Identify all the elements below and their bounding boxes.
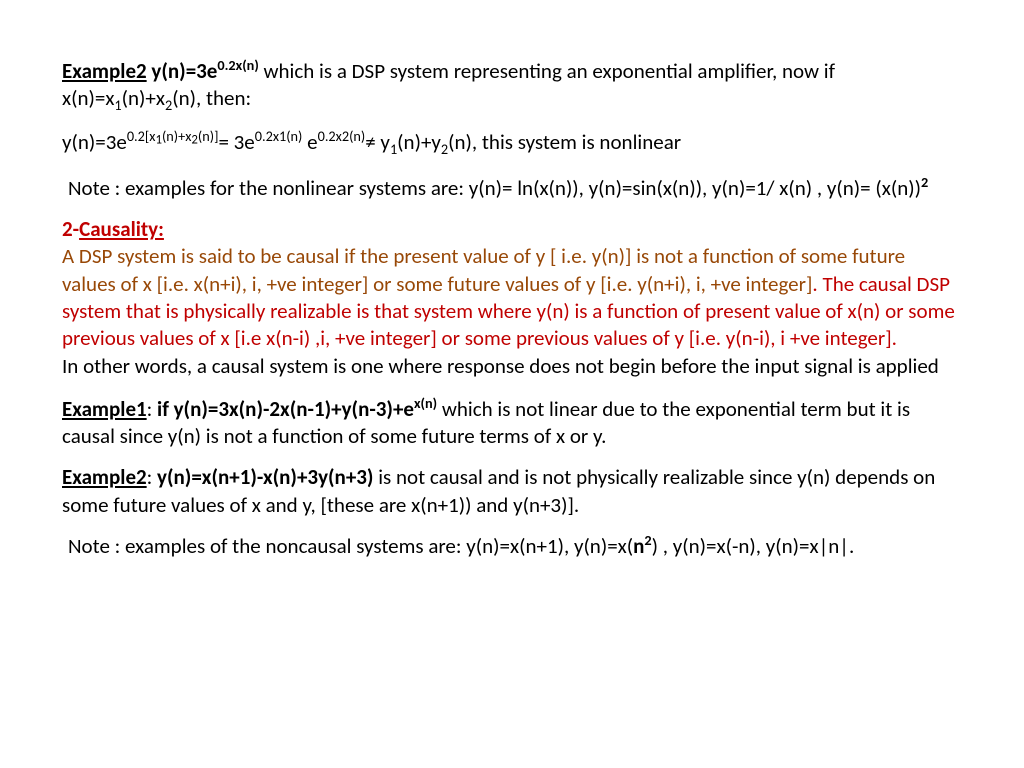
note1-sup: 2 bbox=[921, 173, 928, 191]
note1-text: Note : examples for the nonlinear system… bbox=[68, 175, 921, 201]
d-exp1: 0.2[x1(n)+x2(n)] bbox=[127, 127, 219, 145]
d-sub2: 2 bbox=[441, 140, 448, 158]
example2-label: Example2 bbox=[62, 58, 147, 84]
eq-exp: 0.2x(n) bbox=[217, 56, 258, 74]
ex2-label: Example2 bbox=[62, 464, 147, 490]
causality-num: 2- bbox=[62, 216, 79, 242]
slide-content: Example2 y(n)=3e0.2x(n) which is a DSP s… bbox=[0, 0, 1024, 612]
d-sub1: 1 bbox=[390, 140, 397, 158]
note-nonlinear: Note : examples for the nonlinear system… bbox=[62, 173, 962, 202]
d-eq: = 3e bbox=[218, 129, 254, 155]
example1-block: Example1: if y(n)=3x(n)-2x(n-1)+y(n-3)+e… bbox=[62, 394, 962, 451]
ex2-colon: : bbox=[147, 464, 157, 490]
d-tail: (n), this system is nonlinear bbox=[448, 129, 681, 155]
note2-a: Note : examples of the noncausal systems… bbox=[68, 533, 633, 559]
causality-brown: A DSP system is said to be causal if the… bbox=[62, 243, 905, 296]
note2-sup: 2 bbox=[644, 531, 651, 549]
eq-prefix: y(n)=3e bbox=[147, 58, 218, 84]
ex1-bold: if y(n)=3x(n)-2x(n-1)+y(n-3)+e bbox=[157, 396, 414, 422]
causality-section: 2-Causality: A DSP system is said to be … bbox=[62, 216, 962, 380]
d-sp: e bbox=[302, 129, 317, 155]
example2-block: Example2: y(n)=x(n+1)-x(n)+3y(n+3) is no… bbox=[62, 464, 962, 519]
ex1-label: Example1 bbox=[62, 396, 147, 422]
d-mid: (n)+y bbox=[397, 129, 441, 155]
ex1-exp: x(n) bbox=[414, 394, 437, 412]
causality-black: In other words, a causal system is one w… bbox=[62, 353, 939, 379]
d-exp2: 0.2x1(n) bbox=[255, 127, 303, 145]
note2-b: ) , y(n)=x(-n), y(n)=x|n|. bbox=[652, 533, 855, 559]
d-exp3: 0.2x2(n) bbox=[318, 127, 366, 145]
derivation-line: y(n)=3e0.2[x1(n)+x2(n)]= 3e0.2x1(n) e0.2… bbox=[62, 127, 962, 159]
causality-title: Causality: bbox=[79, 216, 164, 242]
note2-n: n bbox=[633, 533, 644, 559]
note-noncausal: Note : examples of the noncausal systems… bbox=[62, 531, 962, 560]
tail1: (n), then: bbox=[172, 85, 251, 111]
d-p1: y(n)=3e bbox=[62, 129, 127, 155]
sub1: 1 bbox=[114, 96, 121, 114]
example2-header: Example2 y(n)=3e0.2x(n) which is a DSP s… bbox=[62, 56, 962, 115]
d-neq: ≠ y bbox=[365, 129, 390, 155]
mid1: (n)+x bbox=[122, 85, 165, 111]
ex2-bold: y(n)=x(n+1)-x(n)+3y(n+3) bbox=[157, 464, 373, 490]
sub2: 2 bbox=[165, 96, 172, 114]
ex1-colon: : bbox=[147, 396, 157, 422]
